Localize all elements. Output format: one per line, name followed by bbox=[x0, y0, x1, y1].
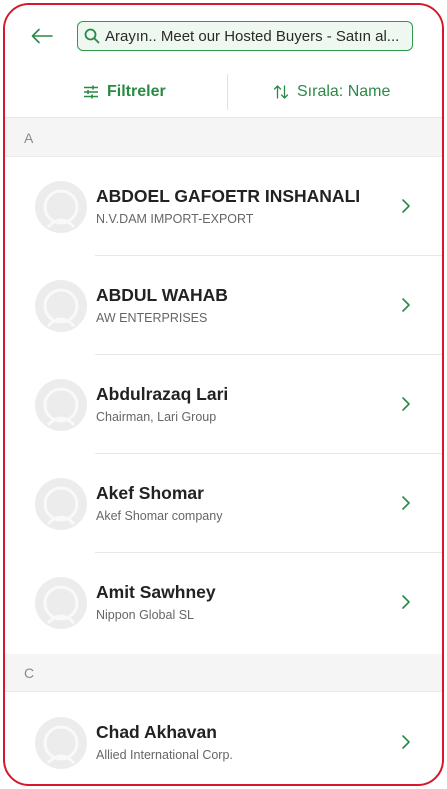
app-frame: Filtreler Sırala: Name A ABDOEL GAFOETR … bbox=[3, 3, 444, 786]
list-item[interactable]: ABDUL WAHAB AW ENTERPRISES bbox=[5, 256, 442, 355]
search-box[interactable] bbox=[77, 21, 413, 51]
contact-company: Akef Shomar company bbox=[96, 509, 223, 523]
contact-name: Chad Akhavan bbox=[96, 722, 217, 742]
avatar-placeholder-icon bbox=[35, 379, 87, 431]
toolbar-divider bbox=[227, 74, 228, 110]
sort-label: Sırala: Name bbox=[297, 83, 391, 100]
list-item[interactable]: ABDOEL GAFOETR INSHANALI N.V.DAM IMPORT-… bbox=[5, 157, 442, 256]
contact-name: ABDUL WAHAB bbox=[96, 285, 228, 305]
chevron-right-icon bbox=[402, 199, 410, 213]
contact-company: Chairman, Lari Group bbox=[96, 410, 217, 424]
contact-company: Allied International Corp. bbox=[96, 748, 233, 762]
filter-sliders-icon bbox=[84, 85, 98, 99]
chevron-right-icon bbox=[402, 595, 410, 609]
contact-name: Abdulrazaq Lari bbox=[96, 384, 229, 404]
avatar-placeholder-icon bbox=[35, 577, 87, 629]
chevron-right-icon bbox=[402, 735, 410, 749]
chevron-right-icon bbox=[402, 496, 410, 510]
list-item[interactable]: Amit Sawhney Nippon Global SL bbox=[5, 553, 442, 652]
contact-name: Akef Shomar bbox=[96, 483, 204, 503]
avatar-placeholder-icon bbox=[35, 280, 87, 332]
contact-company: AW ENTERPRISES bbox=[96, 311, 208, 325]
chevron-right-icon bbox=[402, 397, 410, 411]
list-item[interactable]: Chad Akhavan Allied International Corp. bbox=[5, 693, 442, 784]
search-input[interactable] bbox=[103, 26, 406, 46]
back-arrow-icon bbox=[31, 28, 53, 44]
filters-button[interactable]: Filtreler bbox=[83, 67, 166, 117]
sort-arrows-icon bbox=[273, 85, 289, 99]
filter-sort-toolbar: Filtreler Sırala: Name bbox=[5, 67, 442, 118]
avatar-placeholder-icon bbox=[35, 181, 87, 233]
top-bar bbox=[5, 5, 442, 67]
section-letter: A bbox=[24, 129, 34, 146]
section-letter: C bbox=[24, 664, 35, 681]
search-icon bbox=[84, 28, 100, 44]
contact-name: Amit Sawhney bbox=[96, 582, 216, 602]
section-header-a: A bbox=[5, 119, 442, 157]
sort-button[interactable]: Sırala: Name bbox=[273, 67, 390, 117]
chevron-right-icon bbox=[402, 298, 410, 312]
contact-company: N.V.DAM IMPORT-EXPORT bbox=[96, 212, 254, 226]
section-header-c: C bbox=[5, 654, 442, 692]
contact-company: Nippon Global SL bbox=[96, 608, 194, 622]
filters-label: Filtreler bbox=[107, 83, 166, 100]
list-item[interactable]: Akef Shomar Akef Shomar company bbox=[5, 454, 442, 553]
back-button[interactable] bbox=[27, 21, 57, 51]
avatar-placeholder-icon bbox=[35, 717, 87, 769]
list-item[interactable]: Abdulrazaq Lari Chairman, Lari Group bbox=[5, 355, 442, 454]
contact-name: ABDOEL GAFOETR INSHANALI bbox=[96, 186, 361, 206]
avatar-placeholder-icon bbox=[35, 478, 87, 530]
